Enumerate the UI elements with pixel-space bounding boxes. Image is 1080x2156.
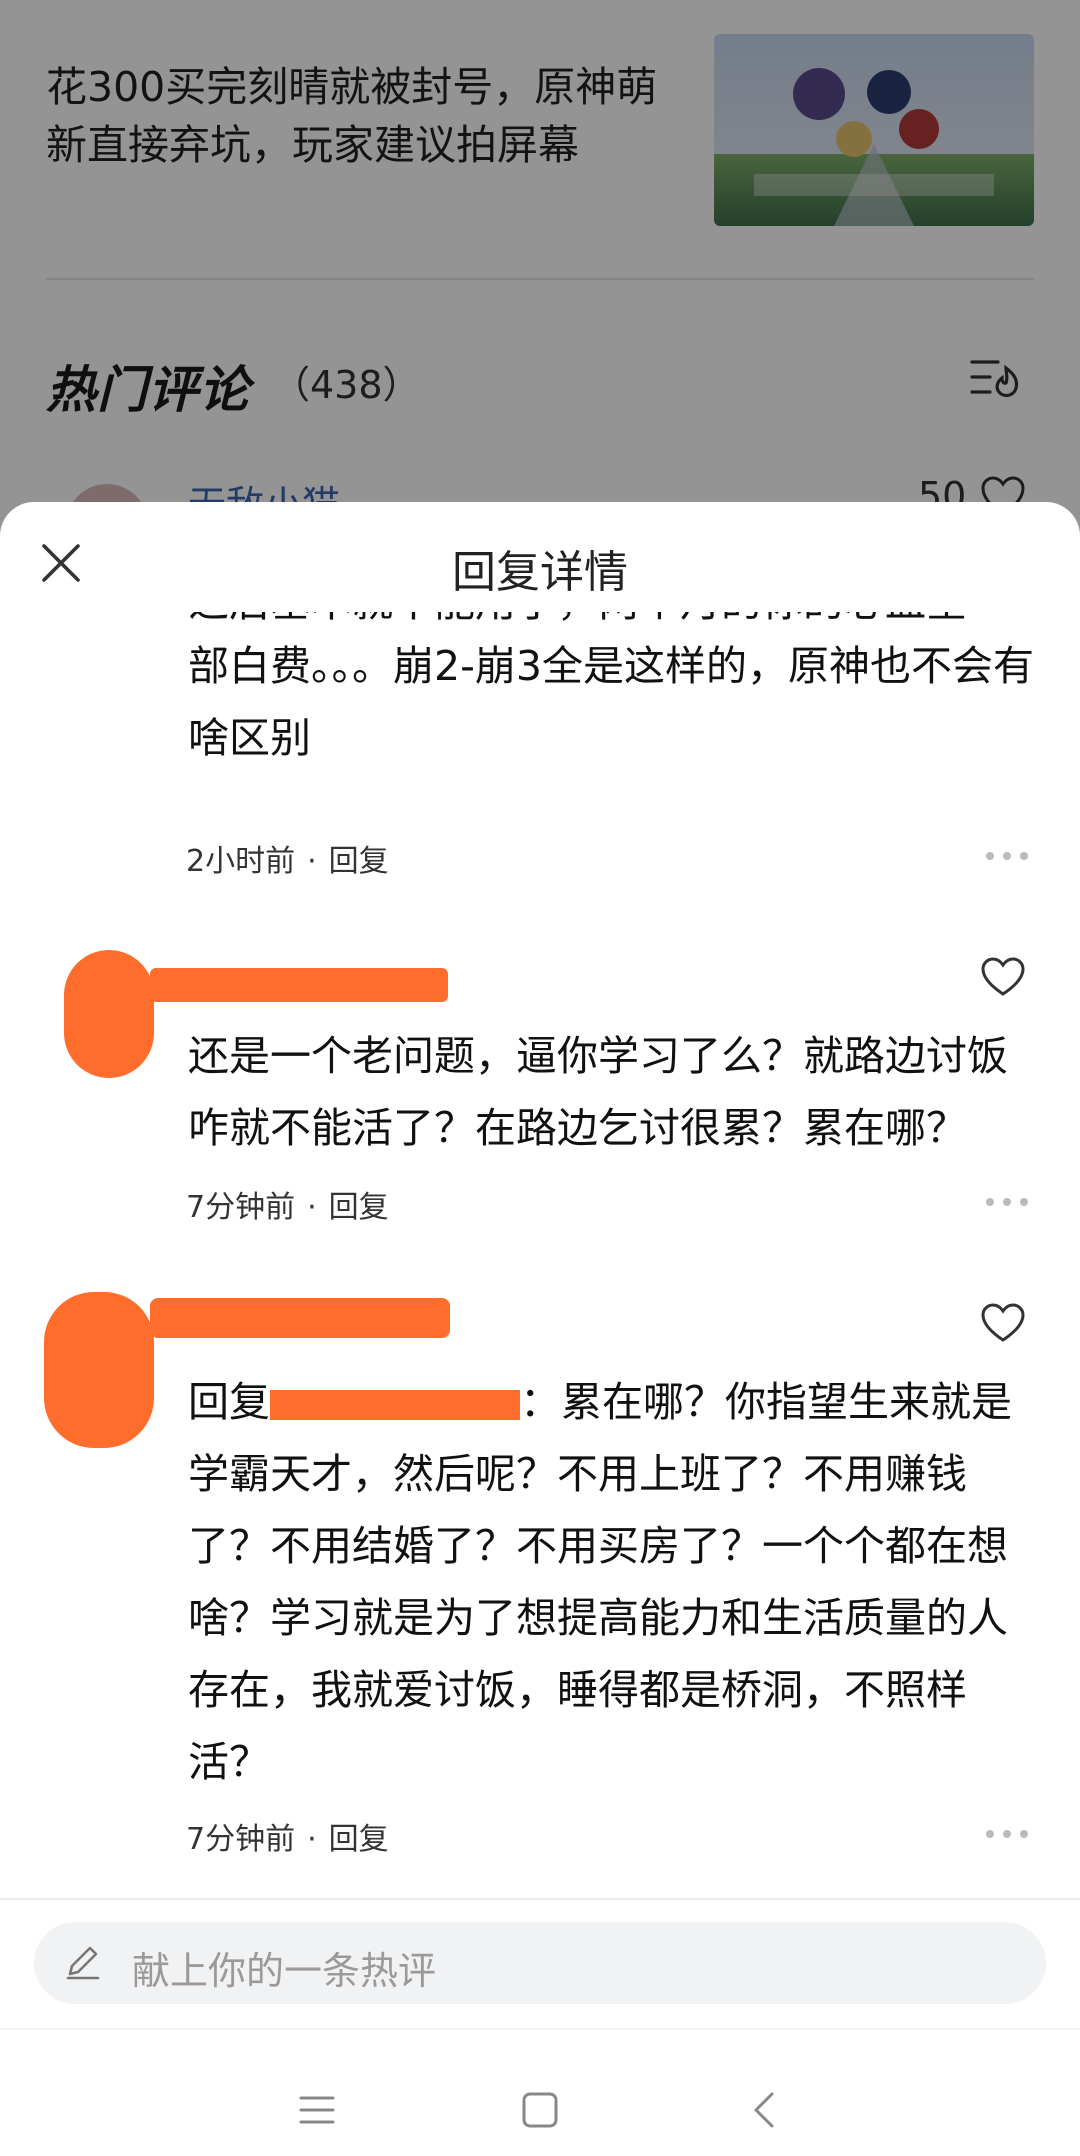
- comment-2-time: 7分钟前: [186, 1190, 296, 1225]
- modal-dim-overlay[interactable]: [0, 0, 1080, 560]
- comment-2-more-icon[interactable]: [984, 1194, 1030, 1210]
- comment-3-more-icon[interactable]: [984, 1826, 1030, 1842]
- comment-3-reply-button[interactable]: 回复: [329, 1822, 389, 1857]
- meta-separator: ·: [307, 1190, 317, 1225]
- comment-1-time: 2小时前: [186, 844, 296, 879]
- back-nav-icon[interactable]: [744, 2088, 788, 2132]
- comment-3-time: 7分钟前: [186, 1822, 296, 1857]
- comment-3-reply-body: ：累在哪？你指望生来就是学霸天才，然后呢？不用上班了？不用赚钱了？不用结婚了？不…: [188, 1378, 1012, 1786]
- comment-1-more-icon[interactable]: [984, 848, 1030, 864]
- meta-separator: ·: [307, 844, 317, 879]
- comment-1-text: 部白费。。。崩2-崩3全是这样的，原神也不会有啥区别: [188, 642, 1034, 762]
- input-divider: [0, 1898, 1080, 1900]
- home-nav-icon[interactable]: [518, 2088, 562, 2132]
- comment-3-username-redacted[interactable]: [150, 1298, 450, 1338]
- comment-3-reply-prefix: 回复: [188, 1378, 270, 1426]
- comment-2-username-redacted[interactable]: [150, 968, 448, 1002]
- nav-divider: [0, 2028, 1080, 2030]
- meta-separator: ·: [307, 1822, 317, 1857]
- comment-2-meta: 7分钟前 · 回复: [186, 1182, 389, 1226]
- comment-3-text: 回复 ：累在哪？你指望生来就是学霸天才，然后呢？不用上班了？不用赚钱了？不用结婚了…: [188, 1366, 1038, 1798]
- comment-3-heart-icon[interactable]: [980, 1302, 1026, 1344]
- comment-3-mention-redacted[interactable]: [270, 1390, 520, 1420]
- comment-3-meta: 7分钟前 · 回复: [186, 1814, 389, 1858]
- comment-input[interactable]: 献上你的一条热评: [34, 1922, 1046, 2004]
- reply-list: 之后基本就不能用了，两个月的你的心血全 部白费。。。崩2-崩3全是这样的，原神也…: [0, 612, 1080, 1898]
- comment-2-reply-button[interactable]: 回复: [329, 1190, 389, 1225]
- comment-2-avatar-redacted[interactable]: [64, 950, 154, 1078]
- comment-2-heart-icon[interactable]: [980, 956, 1026, 998]
- comment-input-placeholder: 献上你的一条热评: [132, 1949, 437, 1993]
- comment-2-text: 还是一个老问题，逼你学习了么？就路边讨饭咋就不能活了？在路边乞讨很累？累在哪？: [188, 1032, 1008, 1152]
- comment-1-meta: 2小时前 · 回复: [186, 836, 389, 880]
- menu-nav-icon[interactable]: [295, 2088, 339, 2132]
- reply-detail-sheet: 回复详情 之后基本就不能用了，两个月的你的心血全 部白费。。。崩2-崩3全是这样…: [0, 502, 1080, 2156]
- sheet-title: 回复详情: [452, 547, 628, 598]
- pencil-icon: [66, 1946, 100, 1980]
- comment-1-reply-button[interactable]: 回复: [329, 844, 389, 879]
- comment-3-avatar-redacted[interactable]: [44, 1292, 154, 1448]
